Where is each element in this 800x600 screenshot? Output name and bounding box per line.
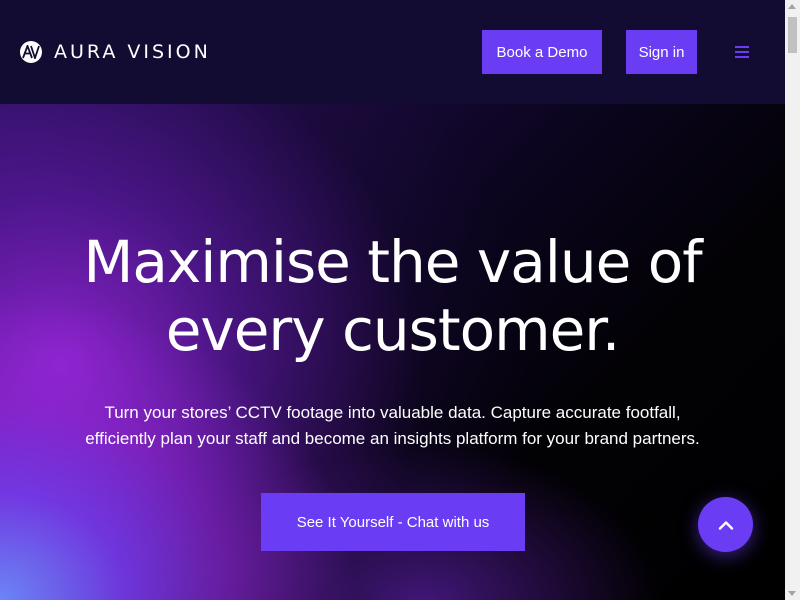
scroll-to-top-button[interactable] <box>698 497 753 552</box>
hero-subtitle-line-1: Turn your stores’ CCTV footage into valu… <box>104 403 681 422</box>
chat-with-us-button[interactable]: See It Yourself - Chat with us <box>261 493 525 551</box>
scroll-up-arrow-icon[interactable] <box>788 4 796 9</box>
hero-title: Maximise the value of every customer. <box>0 228 785 364</box>
chevron-up-icon <box>718 520 733 530</box>
page: AURA VISION Book a Demo Sign in Maximise… <box>0 0 785 600</box>
brand-name: AURA VISION <box>54 41 211 63</box>
hero-title-line-1: Maximise the value of <box>83 228 702 296</box>
hero-title-line-2: every customer. <box>165 296 621 364</box>
hero-subtitle-line-2: efficiently plan your staff and become a… <box>85 429 700 448</box>
hero-subtitle: Turn your stores’ CCTV footage into valu… <box>40 400 745 452</box>
scroll-down-arrow-icon[interactable] <box>788 591 796 596</box>
book-demo-button[interactable]: Book a Demo <box>482 30 602 74</box>
hamburger-menu-icon[interactable] <box>730 42 754 62</box>
av-logo-icon <box>20 41 42 63</box>
page-scrollbar[interactable] <box>785 0 800 600</box>
site-header: AURA VISION Book a Demo Sign in <box>0 0 785 104</box>
hero-section: Maximise the value of every customer. Tu… <box>0 104 785 600</box>
sign-in-button[interactable]: Sign in <box>626 30 697 74</box>
brand-logo-link[interactable]: AURA VISION <box>20 40 211 64</box>
scrollbar-thumb[interactable] <box>788 17 797 53</box>
